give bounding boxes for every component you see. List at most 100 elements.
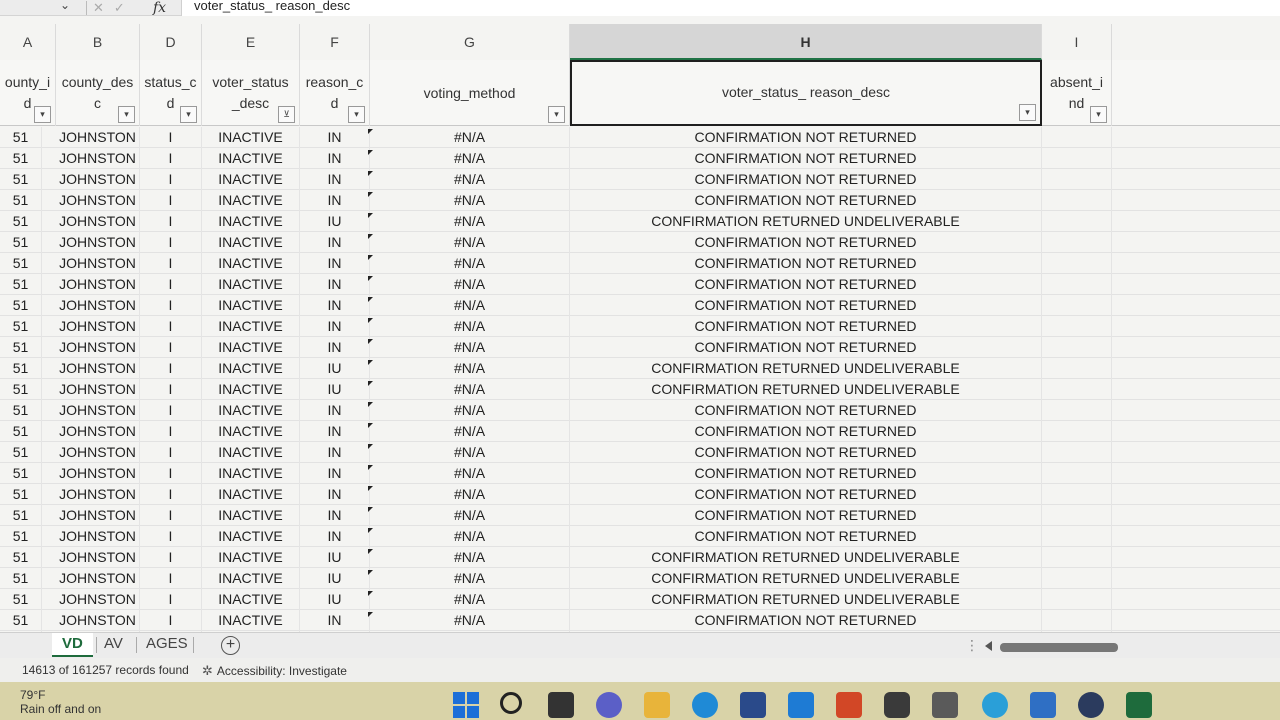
cell-absent-ind[interactable] <box>1042 526 1112 547</box>
cell-voting-method[interactable]: #N/A <box>370 463 570 484</box>
cell-voting-method[interactable]: #N/A <box>370 169 570 190</box>
cell-reason-cd[interactable]: IU <box>300 358 370 379</box>
insert-function-button[interactable]: fx <box>153 0 181 16</box>
cell-status-cd[interactable]: I <box>140 358 202 379</box>
cell-status-cd[interactable]: I <box>140 400 202 421</box>
cell-reason-cd[interactable]: IU <box>300 379 370 400</box>
cell-voting-method[interactable]: #N/A <box>370 589 570 610</box>
column-header-reason-cd[interactable]: reason_c d ▾ <box>300 60 370 126</box>
cell-reason-cd[interactable]: IN <box>300 421 370 442</box>
cell-voting-method[interactable]: #N/A <box>370 148 570 169</box>
cell-voter-status-desc[interactable]: INACTIVE <box>202 484 300 505</box>
formula-input[interactable]: voter_status_ reason_desc <box>181 0 1280 16</box>
cell-county-id[interactable]: 51 <box>0 568 42 589</box>
cell-voter-status-desc[interactable]: INACTIVE <box>202 526 300 547</box>
cell-reason-cd[interactable]: IN <box>300 316 370 337</box>
cell-county-desc[interactable]: JOHNSTON <box>56 547 140 568</box>
cell-status-cd[interactable]: I <box>140 190 202 211</box>
cell-absent-ind[interactable] <box>1042 337 1112 358</box>
cell-county-desc[interactable]: JOHNSTON <box>56 610 140 631</box>
cell-county-id[interactable]: 51 <box>0 421 42 442</box>
chevron-down-icon[interactable]: ⌄ <box>60 0 70 12</box>
error-indicator-icon[interactable] <box>368 297 373 302</box>
cell-status-cd[interactable]: I <box>140 589 202 610</box>
cell-county-id[interactable]: 51 <box>0 379 42 400</box>
table-row[interactable]: 51 JOHNSTON I INACTIVE IU #N/A CONFIRMATION RE… <box>0 568 1280 589</box>
cell-county-id[interactable]: 51 <box>0 148 42 169</box>
cell-absent-ind[interactable] <box>1042 484 1112 505</box>
cell-voter-status-reason-desc[interactable]: CONFIRMATION RETURNED UNDELIVERABLE <box>570 589 1042 610</box>
cell-county-desc[interactable]: JOHNSTON <box>56 316 140 337</box>
cell-voter-status-desc[interactable]: INACTIVE <box>202 190 300 211</box>
cell-county-id[interactable]: 51 <box>0 442 42 463</box>
error-indicator-icon[interactable] <box>368 171 373 176</box>
filter-dropdown-icon[interactable]: ▾ <box>1090 106 1107 123</box>
table-row[interactable]: 51 JOHNSTONIINACTIVEIN#N/ACONFIRMATION NO… <box>0 169 1280 190</box>
table-row[interactable]: 51 JOHNSTON I INACTIVE IU #N/A CONFIRMATION RE… <box>0 211 1280 232</box>
cell-county-id[interactable]: 51 <box>0 400 42 421</box>
file-explorer-icon[interactable] <box>644 692 670 718</box>
cell-voting-method[interactable]: #N/A <box>370 211 570 232</box>
cell-county-id[interactable]: 51 <box>0 547 42 568</box>
cancel-icon[interactable]: ✕ <box>93 0 104 16</box>
cell-absent-ind[interactable] <box>1042 232 1112 253</box>
cell-reason-cd[interactable]: IN <box>300 463 370 484</box>
table-row[interactable]: 51 JOHNSTONIINACTIVEIN#N/ACONFIRMATION NO… <box>0 421 1280 442</box>
windows-start-icon[interactable] <box>453 692 479 718</box>
error-indicator-icon[interactable] <box>368 234 373 239</box>
error-indicator-icon[interactable] <box>368 255 373 260</box>
outlook-icon[interactable] <box>788 692 814 718</box>
cell-voter-status-desc[interactable]: INACTIVE <box>202 568 300 589</box>
cell-voter-status-desc[interactable]: INACTIVE <box>202 274 300 295</box>
cell-county-desc[interactable]: JOHNSTON <box>56 589 140 610</box>
cell-status-cd[interactable]: I <box>140 337 202 358</box>
cell-voting-method[interactable]: #N/A <box>370 253 570 274</box>
cell-voter-status-desc[interactable]: INACTIVE <box>202 442 300 463</box>
cell-county-id[interactable]: 51 <box>0 169 42 190</box>
cell-county-id[interactable]: 51 <box>0 211 42 232</box>
cell-voter-status-desc[interactable]: INACTIVE <box>202 337 300 358</box>
cell-voting-method[interactable]: #N/A <box>370 358 570 379</box>
cell-county-desc[interactable]: JOHNSTON <box>56 337 140 358</box>
cell-county-id[interactable]: 51 <box>0 337 42 358</box>
cell-reason-cd[interactable]: IN <box>300 190 370 211</box>
cell-voting-method[interactable]: #N/A <box>370 442 570 463</box>
error-indicator-icon[interactable] <box>368 444 373 449</box>
cell-status-cd[interactable]: I <box>140 610 202 631</box>
cell-county-id[interactable]: 51 <box>0 484 42 505</box>
app-globe-icon[interactable] <box>1078 692 1104 718</box>
column-letter-selected[interactable]: H <box>570 24 1042 60</box>
cell-absent-ind[interactable] <box>1042 169 1112 190</box>
cell-county-id[interactable]: 51 <box>0 358 42 379</box>
cell-voting-method[interactable]: #N/A <box>370 400 570 421</box>
cell-status-cd[interactable]: I <box>140 148 202 169</box>
cell-voter-status-desc[interactable]: INACTIVE <box>202 169 300 190</box>
spreadsheet-grid[interactable]: A B D E F G H I ounty_i d ▾ county_des c… <box>0 16 1280 636</box>
cell-voter-status-desc[interactable]: INACTIVE <box>202 358 300 379</box>
cell-absent-ind[interactable] <box>1042 316 1112 337</box>
error-indicator-icon[interactable] <box>368 339 373 344</box>
table-row[interactable]: 51 JOHNSTON I INACTIVE IU #N/A CONFIRMATION RE… <box>0 379 1280 400</box>
cell-voter-status-desc[interactable]: INACTIVE <box>202 547 300 568</box>
cell-absent-ind[interactable] <box>1042 358 1112 379</box>
column-letter[interactable]: F <box>300 24 370 60</box>
confirm-icon[interactable]: ✓ <box>114 0 125 16</box>
cell-reason-cd[interactable]: IN <box>300 274 370 295</box>
cell-absent-ind[interactable] <box>1042 610 1112 631</box>
table-row[interactable]: 51 JOHNSTONIINACTIVEIN#N/ACONFIRMATION NO… <box>0 232 1280 253</box>
cell-county-id[interactable]: 51 <box>0 463 42 484</box>
cell-voting-method[interactable]: #N/A <box>370 295 570 316</box>
cell-voter-status-desc[interactable]: INACTIVE <box>202 379 300 400</box>
column-header-status-cd[interactable]: status_c d ▾ <box>140 60 202 126</box>
error-indicator-icon[interactable] <box>368 486 373 491</box>
cell-voter-status-reason-desc[interactable]: CONFIRMATION RETURNED UNDELIVERABLE <box>570 568 1042 589</box>
cell-voter-status-reason-desc[interactable]: CONFIRMATION NOT RETURNED <box>570 505 1042 526</box>
cell-reason-cd[interactable]: IN <box>300 169 370 190</box>
table-row[interactable]: 51 JOHNSTON I INACTIVE IU #N/A CONFIRMATION RE… <box>0 589 1280 610</box>
cell-status-cd[interactable]: I <box>140 484 202 505</box>
cell-absent-ind[interactable] <box>1042 589 1112 610</box>
accessibility-status[interactable]: ✲ Accessibility: Investigate <box>202 663 347 679</box>
cell-voter-status-desc[interactable]: INACTIVE <box>202 421 300 442</box>
cell-county-desc[interactable]: JOHNSTON <box>56 211 140 232</box>
excel-icon[interactable] <box>1126 692 1152 718</box>
